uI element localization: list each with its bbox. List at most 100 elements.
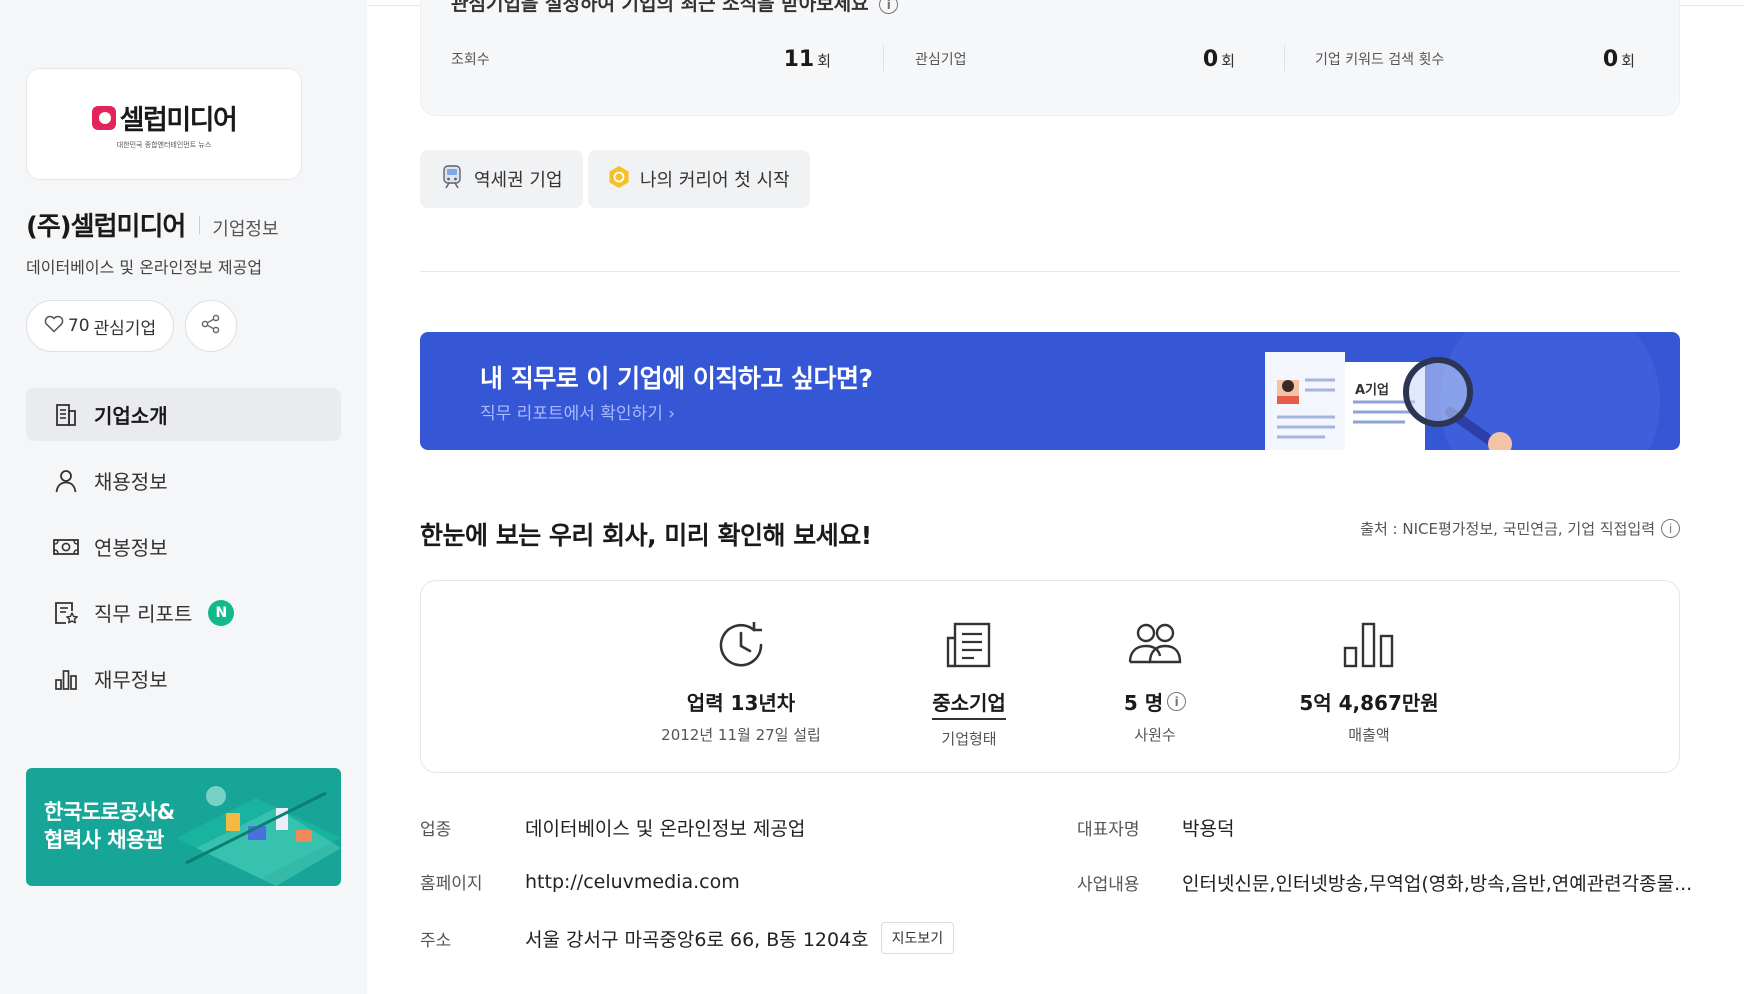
train-icon <box>440 164 464 195</box>
promo-line2: 협력사 채용관 <box>44 828 164 852</box>
summary-sub: 기업형태 <box>941 730 997 748</box>
section-divider <box>420 271 1680 272</box>
sidebar-item-finance[interactable]: 재무정보 <box>26 652 341 705</box>
detail-value: 박용덕 <box>1182 818 1235 840</box>
logo-text: 셀럽미디어 <box>119 105 238 136</box>
stat-number: 0 <box>1202 46 1219 72</box>
detail-value: 서울 강서구 마곡중앙6로 66, B동 1204호 <box>525 928 869 951</box>
people-icon <box>1126 615 1184 675</box>
company-header: (주)셀럽미디어 기업정보 <box>26 206 279 243</box>
new-badge: N <box>208 599 235 626</box>
info-icon[interactable]: i <box>1167 692 1187 711</box>
summary-company-type: 중소기업 기업형태 <box>869 615 1069 749</box>
bar-chart-icon <box>52 665 80 693</box>
stat-number: 11 <box>783 46 815 72</box>
sidebar-nav: 기업소개 채용정보 연봉정보 직무 리포트 N 재무정보 <box>26 388 341 718</box>
stat-unit: 회 <box>1221 51 1235 70</box>
divider <box>199 215 201 234</box>
favorite-label: 관심기업 <box>93 318 157 339</box>
sidebar: 셀럽미디어 대한민국 종합엔터테인먼트 뉴스 (주)셀럽미디어 기업정보 데이터… <box>0 0 367 994</box>
banner-title: 내 직무로 이 기업에 이직하고 싶다면? <box>480 364 873 393</box>
person-icon <box>52 467 80 495</box>
company-logo: 셀럽미디어 대한민국 종합엔터테인먼트 뉴스 <box>26 68 302 180</box>
summary-value[interactable]: 중소기업 <box>932 687 1006 720</box>
tag-label: 역세권 기업 <box>474 170 563 191</box>
summary-card: 업력 13년차 2012년 11월 27일 설립 중소기업 기업형태 5 명 i… <box>420 580 1680 773</box>
detail-business: 사업내용 인터넷신문,인터넷방송,무역업(영화,방속,음반,연예관련각종물... <box>1077 869 1692 896</box>
sidebar-item-company-intro[interactable]: 기업소개 <box>26 388 341 441</box>
summary-value: 업력 13년차 <box>686 691 796 715</box>
detail-value: 데이터베이스 및 온라인정보 제공업 <box>525 818 806 840</box>
heart-icon <box>44 315 64 338</box>
bar-chart-icon <box>1341 615 1397 675</box>
summary-employees: 5 명 i 사원수 <box>1055 615 1255 745</box>
sidebar-item-label: 재무정보 <box>94 668 168 692</box>
stat-label: 관심기업 <box>915 52 967 68</box>
summary-sub: 매출액 <box>1348 726 1390 744</box>
summary-sub: 사원수 <box>1134 726 1176 744</box>
stat-value: 0회 <box>1203 47 1235 72</box>
company-name: (주)셀럽미디어 <box>26 212 186 242</box>
detail-address: 주소 서울 강서구 마곡중앙6로 66, B동 1204호 지도보기 <box>420 922 955 954</box>
chevron-right-icon: › <box>668 404 676 424</box>
sidebar-item-label: 기업소개 <box>94 404 168 428</box>
stat-label: 기업 키워드 검색 횟수 <box>1315 52 1445 68</box>
tag-career-start[interactable]: 나의 커리어 첫 시작 <box>588 150 810 208</box>
summary-sub: 2012년 11월 27일 설립 <box>661 726 821 744</box>
summary-value: 5 명 i <box>1123 687 1187 716</box>
money-icon <box>52 533 80 561</box>
stats-card: 관심기업을 설정하여 기업의 최근 소식을 받아보세요 i 조회수 11 회 관심… <box>420 0 1680 116</box>
detail-label: 사업내용 <box>1077 875 1140 895</box>
stat-label: 조회수 <box>451 52 490 68</box>
company-info-tag: 기업정보 <box>212 219 279 240</box>
sidebar-item-jobs[interactable]: 채용정보 <box>26 454 341 507</box>
detail-homepage: 홈페이지 http://celuvmedia.com <box>420 869 740 895</box>
stat-keyword-searches: 기업 키워드 검색 횟수 0회 <box>1315 45 1635 73</box>
stat-number: 0 <box>1602 46 1619 72</box>
detail-label: 홈페이지 <box>420 874 483 894</box>
summary-title: 한눈에 보는 우리 회사, 미리 확인해 보세요! <box>420 521 872 550</box>
stat-value: 11 회 <box>784 47 831 72</box>
homepage-link[interactable]: http://celuvmedia.com <box>525 871 740 893</box>
favorite-count: 70 <box>67 316 90 336</box>
data-source: 출처 : NICE평가정보, 국민연금, 기업 직접입력 i <box>1360 518 1680 539</box>
promo-banner[interactable]: 한국도로공사& 협력사 채용관 <box>26 768 341 886</box>
stat-unit: 회 <box>817 51 831 70</box>
newspaper-icon <box>942 615 996 675</box>
summary-years: 업력 13년차 2012년 11월 27일 설립 <box>641 615 841 745</box>
sidebar-item-job-report[interactable]: 직무 리포트 N <box>26 586 341 639</box>
building-icon <box>52 401 80 429</box>
info-icon[interactable]: i <box>1661 519 1680 538</box>
hexagon-badge-icon <box>608 165 630 194</box>
sidebar-item-salary[interactable]: 연봉정보 <box>26 520 341 573</box>
report-icon <box>52 599 80 627</box>
stat-favorites: 관심기업 0회 <box>915 45 1235 73</box>
banner-link[interactable]: 직무 리포트에서 확인하기 › <box>480 399 675 424</box>
detail-industry: 업종 데이터베이스 및 온라인정보 제공업 <box>420 814 805 841</box>
banner-doc-label: A기업 <box>1355 383 1389 398</box>
share-icon <box>200 313 222 339</box>
divider <box>883 45 884 71</box>
info-icon[interactable]: i <box>879 0 899 14</box>
detail-label: 주소 <box>420 930 452 951</box>
stat-unit: 회 <box>1621 51 1635 70</box>
promo-text: 한국도로공사& 협력사 채용관 <box>44 798 175 854</box>
source-text: 출처 : NICE평가정보, 국민연금, 기업 직접입력 <box>1360 520 1655 538</box>
map-view-button[interactable]: 지도보기 <box>880 922 955 954</box>
detail-value: 인터넷신문,인터넷방송,무역업(영화,방속,음반,연예관련각종물... <box>1182 873 1693 895</box>
stats-title-text: 관심기업을 설정하여 기업의 최근 소식을 받아보세요 <box>451 0 869 15</box>
promo-line1: 한국도로공사& <box>44 800 175 824</box>
sidebar-item-label: 직무 리포트 <box>94 602 193 626</box>
job-report-banner[interactable]: A기업 내 직무로 이 기업에 이직하고 싶다면? 직무 리포트에서 확인하기 … <box>420 332 1680 450</box>
divider <box>1284 45 1285 71</box>
favorite-button[interactable]: 70 관심기업 <box>26 300 174 352</box>
employee-count: 5 명 <box>1123 691 1164 715</box>
stat-value: 0회 <box>1603 47 1635 72</box>
summary-revenue: 5억 4,867만원 매출액 <box>1269 615 1469 745</box>
stat-views: 조회수 11 회 <box>451 45 831 73</box>
share-button[interactable] <box>185 300 237 352</box>
company-industry: 데이터베이스 및 온라인정보 제공업 <box>26 258 263 277</box>
logo-mark-icon <box>91 105 116 130</box>
tag-station-area[interactable]: 역세권 기업 <box>420 150 583 208</box>
logo-tagline: 대한민국 종합엔터테인먼트 뉴스 <box>116 141 212 149</box>
